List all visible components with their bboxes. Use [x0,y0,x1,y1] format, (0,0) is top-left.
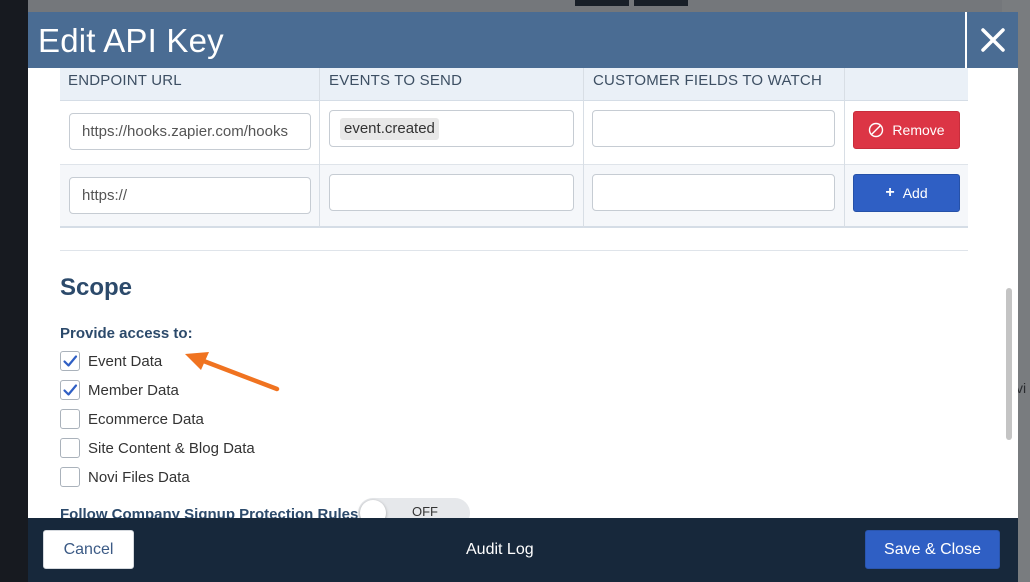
section-divider [60,250,968,251]
add-button-label: Add [902,185,928,201]
column-divider [319,68,320,228]
customer-fields-input[interactable] [592,110,835,147]
new-endpoint-url-input[interactable]: https:// [69,177,311,214]
checkbox[interactable] [60,351,80,371]
new-customer-fields-input[interactable] [592,174,835,211]
checkbox[interactable] [60,438,80,458]
plus-icon: + [885,184,895,201]
close-icon [980,28,1005,52]
modal-title: Edit API Key [38,22,224,59]
checkbox[interactable] [60,380,80,400]
table-header: ENDPOINT URL EVENTS TO SEND CUSTOMER FIE… [60,68,968,101]
new-events-input[interactable] [329,174,574,211]
checkbox-novi-files-data[interactable]: Novi Files Data [60,466,190,488]
scrollbar-thumb[interactable] [1006,288,1012,440]
checkbox[interactable] [60,467,80,487]
checkmark-icon [63,384,78,396]
column-header-events-to-send: EVENTS TO SEND [329,72,463,89]
edit-api-key-modal: Edit API Key ENDPOINT URL EVENTS TO SEND… [28,12,1018,582]
events-input[interactable]: event.created [329,110,574,147]
column-header-endpoint-url: ENDPOINT URL [68,72,182,89]
checkbox-site-content-blog-data[interactable]: Site Content & Blog Data [60,437,255,459]
checkbox-member-data[interactable]: Member Data [60,379,179,401]
table-row: https://hooks.zapier.com/hooks event.cre… [60,101,968,165]
toggle-knob[interactable] [360,500,386,518]
column-divider [583,68,584,228]
modal-footer: Cancel Audit Log Save & Close [28,518,1018,582]
signup-protection-toggle[interactable]: OFF [358,498,470,518]
column-header-customer-fields: CUSTOMER FIELDS TO WATCH [593,72,822,89]
audit-log-link[interactable]: Audit Log [466,541,534,559]
toggle-state-text: OFF [412,504,438,518]
checkbox-label: Member Data [88,381,179,399]
provide-access-label: Provide access to: [60,325,193,342]
annotation-arrow-icon [185,352,280,392]
checkbox-label: Site Content & Blog Data [88,439,255,457]
checkmark-icon [63,355,78,367]
checkbox-ecommerce-data[interactable]: Ecommerce Data [60,408,204,430]
add-button[interactable]: + Add [853,174,960,212]
table-row-new: https:// + Add [60,165,968,228]
scope-heading: Scope [60,274,133,301]
signup-protection-label: Follow Company Signup Protection Rules [60,506,359,518]
checkbox-label: Ecommerce Data [88,410,204,428]
cancel-circle-icon [869,122,884,138]
save-and-close-button[interactable]: Save & Close [865,530,1000,569]
modal-body[interactable]: ENDPOINT URL EVENTS TO SEND CUSTOMER FIE… [28,68,1018,518]
remove-button[interactable]: Remove [853,111,960,149]
checkbox-label: Event Data [88,352,163,370]
close-button[interactable] [965,12,1018,68]
checkbox-event-data[interactable]: Event Data [60,350,162,372]
event-tag[interactable]: event.created [340,118,439,140]
checkbox-label: Novi Files Data [88,468,190,486]
remove-button-label: Remove [892,122,945,138]
cancel-button[interactable]: Cancel [43,530,134,569]
modal-header: Edit API Key [28,12,1018,68]
column-divider [844,68,845,228]
endpoint-url-input[interactable]: https://hooks.zapier.com/hooks [69,113,311,150]
checkbox[interactable] [60,409,80,429]
